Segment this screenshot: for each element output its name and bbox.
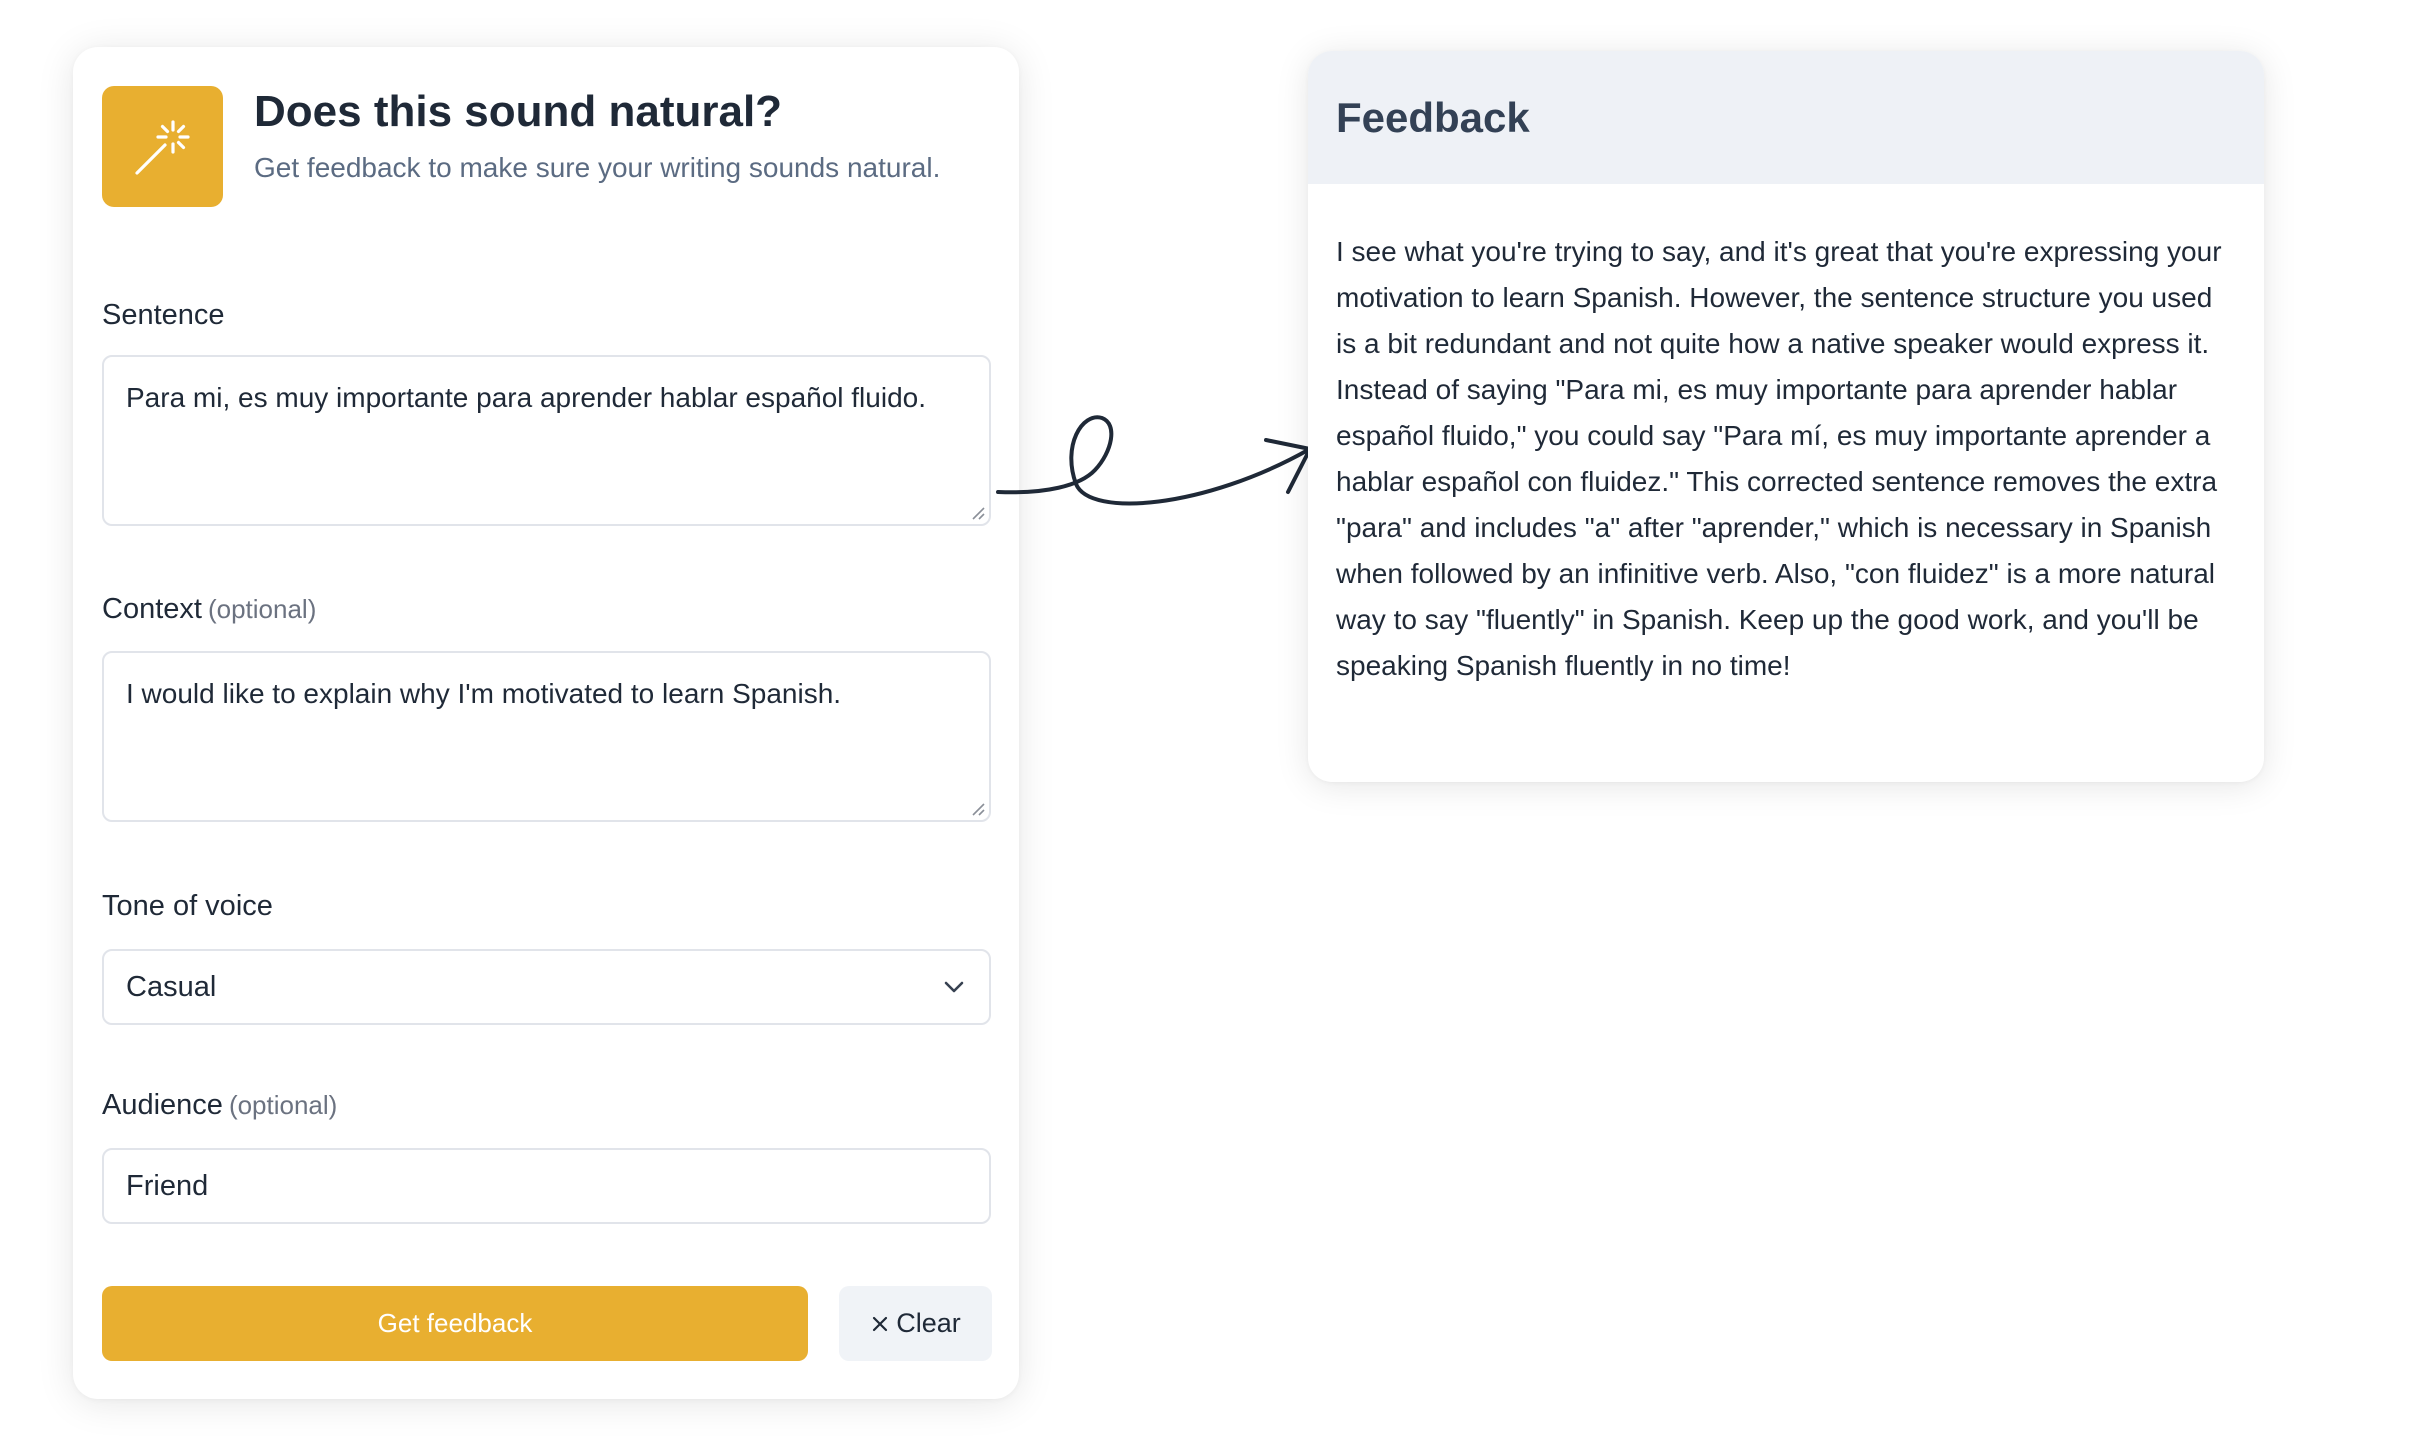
audience-label-text: Audience: [102, 1089, 223, 1121]
feedback-text: I see what you're trying to say, and it'…: [1336, 236, 2222, 681]
form-subtitle: Get feedback to make sure your writing s…: [254, 152, 941, 183]
curly-arrow-icon: [996, 415, 1312, 506]
feedback-form-card: Does this sound natural? Get feedback to…: [73, 47, 1019, 1399]
sentence-label: Sentence: [102, 299, 225, 332]
clear-label: Clear: [896, 1308, 961, 1338]
audience-label: Audience (optional): [102, 1089, 337, 1122]
magic-wand-icon-glyph: [134, 119, 190, 175]
sentence-label-text: Sentence: [102, 299, 225, 331]
context-label: Context (optional): [102, 593, 316, 626]
audience-input[interactable]: Friend: [102, 1148, 991, 1224]
feedback-body: I see what you're trying to say, and it'…: [1308, 184, 2264, 689]
context-textarea[interactable]: I would like to explain why I'm motivate…: [102, 651, 991, 822]
context-optional-tag: (optional): [207, 594, 317, 624]
context-label-text: Context: [102, 593, 202, 625]
audience-optional-tag: (optional): [228, 1090, 338, 1120]
feedback-result-card: Feedback I see what you're trying to say…: [1308, 51, 2264, 782]
resize-handle-icon[interactable]: [970, 801, 986, 817]
resize-handle-icon[interactable]: [970, 505, 986, 521]
tone-selected-value: Casual: [126, 970, 217, 1003]
audience-value: Friend: [126, 1169, 209, 1202]
tone-label: Tone of voice: [102, 890, 273, 923]
feedback-header: Feedback: [1308, 51, 2264, 184]
get-feedback-label: Get feedback: [377, 1308, 533, 1338]
close-icon: [873, 1316, 888, 1331]
form-title: Does this sound natural?: [254, 87, 783, 136]
tone-select[interactable]: Casual: [102, 949, 991, 1025]
chevron-down-icon: [944, 981, 964, 993]
context-value: I would like to explain why I'm motivate…: [126, 678, 842, 709]
sentence-value: Para mi, es muy importante para aprender…: [126, 382, 926, 413]
clear-button[interactable]: Clear: [839, 1286, 992, 1361]
sentence-textarea[interactable]: Para mi, es muy importante para aprender…: [102, 355, 991, 526]
tone-label-text: Tone of voice: [102, 890, 273, 922]
feedback-title: Feedback: [1336, 93, 1530, 141]
get-feedback-button[interactable]: Get feedback: [102, 1286, 808, 1361]
magic-wand-icon: [102, 86, 223, 207]
